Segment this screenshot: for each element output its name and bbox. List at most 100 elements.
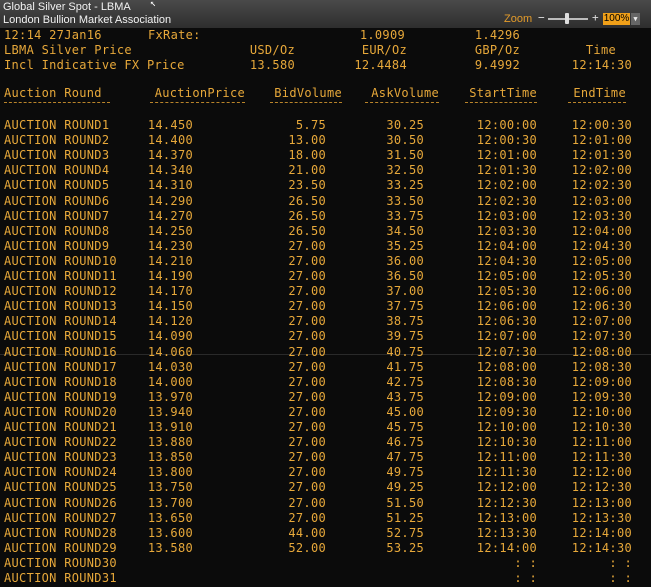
end-time: 12:05:00 (571, 253, 632, 268)
round-name: AUCTION ROUND2 (4, 133, 110, 148)
ask-volume: 36.50 (386, 269, 424, 283)
ask-volume: 37.75 (386, 299, 424, 314)
auction-price: 14.310 (147, 178, 193, 193)
end-time: 12:12:00 (571, 465, 632, 480)
bid-volume: 27.00 (288, 284, 326, 299)
datetime-text: 12:14 27Jan16 (4, 28, 102, 42)
table-row: AUCTION ROUND12 14.170 27.00 37.00 12:05:30 1… (0, 284, 651, 299)
start-time: : : (514, 555, 537, 570)
round-name: AUCTION ROUND17 (4, 359, 117, 374)
zoom-slider-handle[interactable] (565, 13, 569, 24)
ask-volume: 45.75 (386, 420, 424, 434)
table-row: AUCTION ROUND9 14.230 27.00 35.25 12:04:00 12… (0, 239, 651, 254)
end-time: 12:10:00 (571, 404, 632, 419)
round-name: AUCTION ROUND11 (4, 269, 117, 283)
time-label: Time (585, 43, 616, 57)
ask-volume: 33.50 (386, 193, 424, 208)
bid-volume: 27.00 (288, 404, 326, 419)
end-time: : : (609, 571, 632, 585)
end-time: 12:03:30 (571, 208, 632, 223)
table-row: AUCTION ROUND1 14.450 5.75 30.25 12:00:00 12:… (0, 118, 651, 133)
end-time: 12:02:00 (571, 163, 632, 178)
table-row: AUCTION ROUND2 14.400 13.00 30.50 12:00:30 12… (0, 133, 651, 148)
end-time: 12:07:30 (571, 329, 632, 344)
fx-price-label: Incl Indicative FX Price (4, 58, 185, 72)
bid-volume: 27.00 (288, 495, 326, 510)
table-row: AUCTION ROUND22 13.880 27.00 46.75 12:10:30 1… (0, 435, 651, 450)
start-time: 12:12:00 (476, 480, 537, 495)
bid-volume: 27.00 (288, 359, 326, 374)
eur-value: 12.4484 (354, 58, 407, 72)
header-start-time: StartTime (469, 86, 537, 100)
price-label: LBMA Silver Price (4, 43, 132, 57)
ask-volume: 35.25 (386, 238, 424, 253)
auction-price: 14.210 (147, 253, 193, 268)
zoom-dropdown-icon[interactable]: ▼ (631, 13, 640, 25)
round-name: AUCTION ROUND8 (4, 223, 110, 238)
round-name: AUCTION ROUND5 (4, 178, 110, 193)
round-name: AUCTION ROUND20 (4, 404, 117, 419)
auction-price: 14.450 (147, 118, 193, 132)
bid-volume: 52.00 (288, 540, 326, 555)
start-time: 12:07:30 (476, 344, 537, 359)
zoom-in-button[interactable]: + (592, 12, 599, 24)
table-row: AUCTION ROUND15 14.090 27.00 39.75 12:07:00 1… (0, 329, 651, 344)
end-time: 12:01:00 (571, 133, 632, 148)
auction-panel: 12:14 27Jan16 FxRate: 1.0909 1.4296 LBMA… (0, 28, 651, 587)
start-time: 12:00:30 (476, 133, 537, 148)
ask-volume: 33.25 (386, 178, 424, 193)
round-name: AUCTION ROUND12 (4, 284, 117, 299)
round-name: AUCTION ROUND19 (4, 389, 117, 404)
bid-volume: 27.00 (288, 465, 326, 480)
table-row: AUCTION ROUND3 14.370 18.00 31.50 12:01:00 12… (0, 148, 651, 163)
start-time: 12:05:00 (476, 269, 537, 283)
start-time: 12:05:30 (476, 284, 537, 299)
end-time: 12:04:30 (571, 238, 632, 253)
usd-label: USD/Oz (249, 43, 295, 57)
table-row: AUCTION ROUND7 14.270 26.50 33.75 12:03:00 12… (0, 209, 651, 224)
bid-volume: 27.00 (288, 435, 326, 450)
fx-gbp-rate: 1.4296 (474, 28, 520, 42)
auction-price: 13.700 (147, 495, 193, 510)
bid-volume: 21.00 (288, 163, 326, 178)
ask-volume: 30.50 (386, 133, 424, 148)
zoom-value-box[interactable]: 100% (603, 13, 630, 25)
table-row: AUCTION ROUND6 14.290 26.50 33.50 12:02:30 12… (0, 194, 651, 209)
ask-volume: 34.50 (386, 223, 424, 238)
start-time: 12:10:30 (476, 435, 537, 450)
table-row: AUCTION ROUND20 13.940 27.00 45.00 12:09:30 1… (0, 405, 651, 420)
ask-volume: 53.25 (386, 540, 424, 555)
bid-volume: 27.00 (288, 450, 326, 465)
ask-volume: 41.75 (386, 359, 424, 374)
table-row: AUCTION ROUND27 13.650 27.00 51.25 12:13:00 1… (0, 511, 651, 526)
end-time: 12:08:00 (571, 344, 632, 359)
ask-volume: 32.50 (386, 163, 424, 178)
table-row: AUCTION ROUND28 13.600 44.00 52.75 12:13:30 1… (0, 526, 651, 541)
auction-price: 13.970 (147, 389, 193, 404)
ask-volume: 49.75 (386, 465, 424, 480)
start-time: 12:13:30 (476, 525, 537, 540)
auction-price: 14.000 (147, 374, 193, 389)
table-row: AUCTION ROUND10 14.210 27.00 36.00 12:04:30 1… (0, 254, 651, 269)
auction-price: 14.150 (147, 299, 193, 314)
end-time: 12:09:30 (571, 389, 632, 404)
start-time: 12:13:00 (476, 510, 537, 525)
bid-volume: 27.00 (288, 344, 326, 359)
end-time: 12:05:30 (571, 269, 632, 283)
end-time: 12:06:30 (571, 299, 632, 314)
zoom-out-button[interactable]: − (538, 12, 545, 24)
auction-price: 14.250 (147, 223, 193, 238)
header-auction-round: Auction Round (4, 86, 102, 100)
start-time: 12:03:00 (476, 208, 537, 223)
round-name: AUCTION ROUND18 (4, 374, 117, 389)
round-name: AUCTION ROUND4 (4, 163, 110, 178)
table-row: AUCTION ROUND16 14.060 27.00 40.75 12:07:30 1… (0, 345, 651, 360)
round-name: AUCTION ROUND6 (4, 193, 110, 208)
start-time: 12:10:00 (476, 420, 537, 434)
time-value: 12:14:30 (571, 58, 632, 72)
fx-eur-rate: 1.0909 (359, 28, 405, 42)
round-name: AUCTION ROUND23 (4, 450, 117, 465)
ask-volume: 38.75 (386, 314, 424, 329)
auction-price: 14.090 (147, 329, 193, 344)
auction-price: 13.650 (147, 510, 193, 525)
